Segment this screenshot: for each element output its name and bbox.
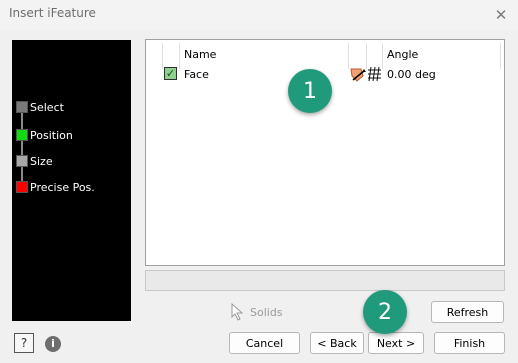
step-size-label: Size <box>30 154 53 168</box>
callout-2: 2 <box>363 290 407 334</box>
column-header-name[interactable]: Name <box>184 48 216 61</box>
row-angle[interactable]: 0.00 deg <box>387 68 436 81</box>
next-button[interactable]: Next > <box>368 332 424 354</box>
solids-label: Solids <box>250 305 283 319</box>
step-position[interactable]: Position <box>16 128 73 142</box>
step-panel: Select Position Size Precise Pos. <box>12 40 131 321</box>
cancel-button[interactable]: Cancel <box>229 332 300 354</box>
angle-edit-icon[interactable] <box>350 66 382 82</box>
step-select-marker <box>16 101 28 113</box>
cursor-arrow-icon <box>231 303 244 321</box>
step-select[interactable]: Select <box>16 100 64 114</box>
row-checkbox[interactable]: ✓ <box>164 67 177 80</box>
help-button[interactable]: ? <box>14 333 34 353</box>
row-name: Face <box>184 68 209 81</box>
title-bar: Insert iFeature ✕ <box>0 0 518 30</box>
step-size-marker <box>16 155 28 167</box>
step-connector <box>21 107 23 191</box>
step-precise-pos[interactable]: Precise Pos. <box>16 180 95 194</box>
parameter-list[interactable]: Name Angle ✓ Face 0.00 deg <box>145 39 505 266</box>
solids-selector[interactable]: Solids <box>230 302 283 322</box>
status-bar <box>145 270 505 291</box>
close-icon[interactable]: ✕ <box>491 5 511 25</box>
step-position-marker <box>16 129 28 141</box>
callout-1: 1 <box>288 69 332 113</box>
window-title: Insert iFeature <box>9 6 96 20</box>
step-precise-pos-label: Precise Pos. <box>30 180 95 194</box>
column-header-angle[interactable]: Angle <box>387 48 418 61</box>
step-precise-pos-marker <box>16 181 28 193</box>
refresh-button[interactable]: Refresh <box>431 301 504 323</box>
step-size[interactable]: Size <box>16 154 53 168</box>
info-icon[interactable]: i <box>45 336 61 352</box>
step-position-label: Position <box>30 128 73 142</box>
step-select-label: Select <box>30 100 64 114</box>
finish-button[interactable]: Finish <box>434 332 505 354</box>
back-button[interactable]: < Back <box>310 332 364 354</box>
